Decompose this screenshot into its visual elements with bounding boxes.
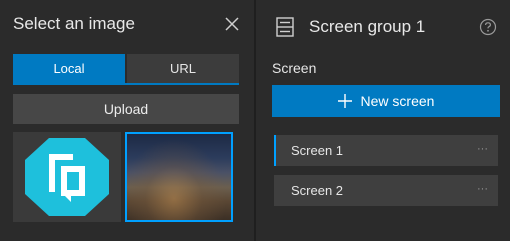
tab-url[interactable]: URL bbox=[127, 54, 239, 83]
plus-icon bbox=[337, 94, 352, 108]
new-screen-label: New screen bbox=[360, 93, 435, 109]
image-picker-panel: Select an image Local URL Upload bbox=[0, 0, 254, 241]
screen-item-label: Screen 1 bbox=[291, 143, 344, 158]
help-icon[interactable] bbox=[479, 18, 497, 36]
source-tabs: Local URL bbox=[13, 54, 239, 85]
screen-section-label: Screen bbox=[272, 60, 317, 76]
group-title: Screen group 1 bbox=[309, 17, 426, 36]
image-thumbnail-logo[interactable] bbox=[13, 132, 121, 222]
screen-group-icon bbox=[274, 16, 296, 38]
landscape-photo bbox=[127, 134, 231, 220]
close-icon[interactable] bbox=[222, 14, 242, 34]
screen-item-label: Screen 2 bbox=[291, 183, 344, 198]
new-screen-button[interactable]: New screen bbox=[272, 85, 500, 117]
screen-list-item[interactable]: Screen 1 ··· bbox=[274, 135, 498, 166]
upload-button[interactable]: Upload bbox=[13, 94, 239, 124]
app-root: Select an image Local URL Upload Screen … bbox=[0, 0, 510, 241]
screen-list-item[interactable]: Screen 2 ··· bbox=[274, 175, 498, 206]
image-thumbnail-photo[interactable] bbox=[125, 132, 233, 222]
app-logo-icon bbox=[25, 138, 109, 216]
screen-group-panel: Screen group 1 Screen New screen Screen … bbox=[256, 0, 510, 241]
panel-title: Select an image bbox=[13, 14, 135, 33]
tab-local[interactable]: Local bbox=[13, 54, 125, 83]
more-icon[interactable]: ··· bbox=[477, 183, 488, 195]
more-icon[interactable]: ··· bbox=[477, 143, 488, 155]
